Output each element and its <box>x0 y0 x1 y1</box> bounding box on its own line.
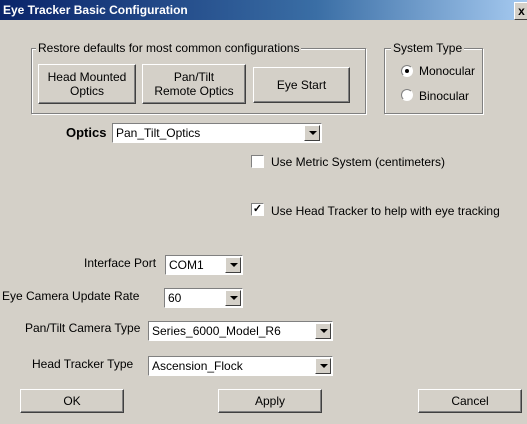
chevron-down-icon[interactable] <box>225 257 241 273</box>
cancel-button[interactable]: Cancel <box>418 389 522 413</box>
optics-value: Pan_Tilt_Optics <box>116 126 201 140</box>
apply-label: Apply <box>254 394 286 408</box>
close-icon[interactable]: x <box>514 2 527 20</box>
pan-tilt-camera-label: Pan/Tilt Camera Type <box>25 321 141 335</box>
head-tracker-type-select[interactable]: Ascension_Flock <box>148 356 333 376</box>
optics-select[interactable]: Pan_Tilt_Optics <box>112 123 322 143</box>
interface-port-value: COM1 <box>169 258 204 272</box>
chevron-down-icon[interactable] <box>315 323 331 339</box>
window-title: Eye Tracker Basic Configuration <box>3 3 188 17</box>
eye-start-label: Eye Start <box>276 78 327 92</box>
pan-tilt-remote-optics-button[interactable]: Pan/Tilt Remote Optics <box>142 64 246 104</box>
eye-start-button[interactable]: Eye Start <box>253 67 350 103</box>
metric-system-checkbox[interactable] <box>251 155 264 168</box>
camera-rate-value: 60 <box>168 291 182 305</box>
title-bar[interactable]: Eye Tracker Basic Configuration x <box>0 0 527 20</box>
interface-port-select[interactable]: COM1 <box>165 255 243 275</box>
cancel-label: Cancel <box>451 394 489 408</box>
system-type-legend: System Type <box>391 41 465 55</box>
monocular-label[interactable]: Monocular <box>419 64 475 78</box>
ok-button[interactable]: OK <box>20 389 124 413</box>
ok-label: OK <box>63 394 81 408</box>
binocular-label[interactable]: Binocular <box>419 89 469 103</box>
monocular-radio[interactable] <box>401 65 413 77</box>
config-dialog: Eye Tracker Basic Configuration x Restor… <box>0 0 527 424</box>
system-type-group: System Type <box>384 41 483 114</box>
optics-label: Optics <box>66 125 107 140</box>
head-tracker-type-value: Ascension_Flock <box>152 359 243 373</box>
pan-tilt-camera-select[interactable]: Series_6000_Model_R6 <box>148 321 333 341</box>
camera-rate-select[interactable]: 60 <box>164 288 243 308</box>
head-tracker-type-label: Head Tracker Type <box>32 357 134 371</box>
head-mounted-optics-label: Head Mounted Optics <box>47 70 127 98</box>
binocular-radio[interactable] <box>401 89 413 101</box>
camera-rate-label: Eye Camera Update Rate <box>2 289 140 303</box>
chevron-down-icon[interactable] <box>225 290 241 306</box>
restore-defaults-legend: Restore defaults for most common configu… <box>36 41 302 55</box>
chevron-down-icon[interactable] <box>304 125 320 141</box>
head-tracker-help-checkbox[interactable]: ✓ <box>251 203 264 216</box>
pan-tilt-camera-value: Series_6000_Model_R6 <box>152 324 281 338</box>
head-tracker-help-label[interactable]: Use Head Tracker to help with eye tracki… <box>271 204 500 218</box>
interface-port-label: Interface Port <box>84 256 157 270</box>
pan-tilt-remote-optics-label: Pan/Tilt Remote Optics <box>154 70 234 98</box>
metric-system-label[interactable]: Use Metric System (centimeters) <box>271 155 445 169</box>
apply-button[interactable]: Apply <box>218 389 322 413</box>
chevron-down-icon[interactable] <box>315 358 331 374</box>
head-mounted-optics-button[interactable]: Head Mounted Optics <box>38 64 136 104</box>
